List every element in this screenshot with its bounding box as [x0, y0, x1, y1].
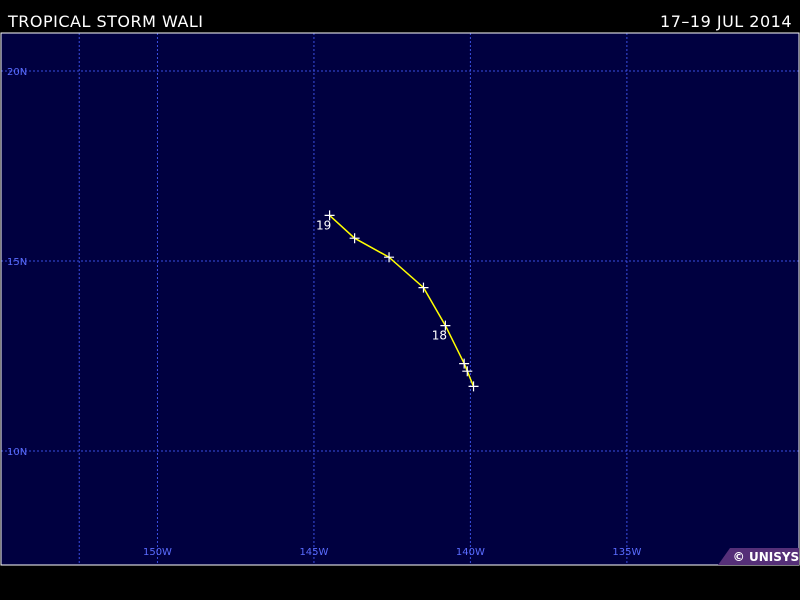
- ocean-background: [1, 33, 799, 565]
- longitude-label: 140W: [456, 547, 485, 558]
- latitude-label: 10N: [7, 447, 27, 458]
- storm-track-map-page: TROPICAL STORM WALI 17–19 JUL 2014 20N 15…: [0, 0, 800, 600]
- longitude-label: 145W: [299, 547, 328, 558]
- track-map[interactable]: 20N 15N 10N 150W 145W 140W 135W 18 19 © UNISYS: [0, 0, 800, 600]
- latitude-label: 15N: [7, 257, 27, 268]
- copyright-badge: © UNISYS: [718, 548, 799, 565]
- longitude-label: 150W: [143, 547, 172, 558]
- latitude-label: 20N: [7, 67, 27, 78]
- longitude-label: 135W: [612, 547, 641, 558]
- day-label: 19: [316, 218, 331, 232]
- day-label: 18: [432, 329, 447, 343]
- copyright-text: © UNISYS: [733, 550, 799, 564]
